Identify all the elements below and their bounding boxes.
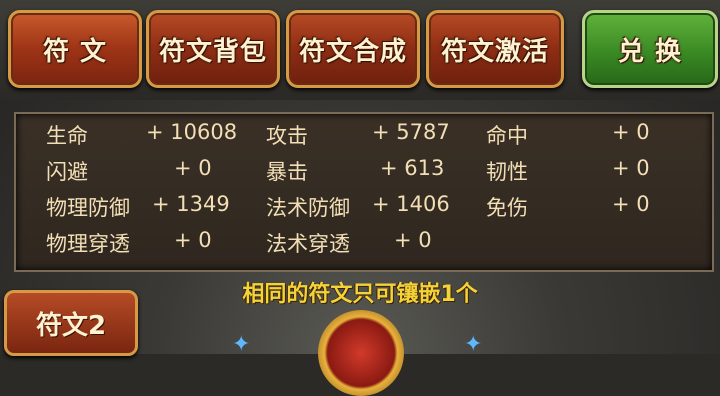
- stat-label: 攻击: [266, 124, 308, 148]
- stat-value: + 1406: [372, 192, 450, 216]
- stats-row-4: 物理穿透 + 0 法术穿透 + 0: [0, 228, 700, 258]
- exchange-button[interactable]: 兑 换: [582, 10, 718, 88]
- stats-row-2: 闪避 + 0 暴击 + 613 韧性 + 0: [0, 156, 700, 186]
- spark-icon: ✦: [232, 332, 251, 357]
- stat-label: 暴击: [266, 160, 308, 184]
- stat-value: + 0: [394, 228, 432, 252]
- stat-label: 韧性: [486, 160, 528, 184]
- stat-label: 物理防御: [46, 196, 130, 220]
- stats-row-3: 物理防御 + 1349 法术防御 + 1406 免伤 + 0: [0, 192, 700, 222]
- stat-value: + 1349: [152, 192, 230, 216]
- tab-rune-activate[interactable]: 符文激活: [426, 10, 564, 88]
- stat-value: + 613: [380, 156, 445, 180]
- stat-value: + 10608: [146, 120, 238, 144]
- stat-value: + 0: [612, 156, 650, 180]
- stat-label: 免伤: [486, 196, 528, 220]
- stat-value: + 0: [174, 156, 212, 180]
- stat-value: + 5787: [372, 120, 450, 144]
- tab-rune-bag[interactable]: 符文背包: [146, 10, 280, 88]
- stat-label: 法术穿透: [266, 232, 350, 256]
- stat-value: + 0: [174, 228, 212, 252]
- stat-label: 物理穿透: [46, 232, 130, 256]
- rune-socket-icon[interactable]: [318, 310, 404, 396]
- stat-value: + 0: [612, 192, 650, 216]
- tab-rune[interactable]: 符 文: [8, 10, 142, 88]
- stat-label: 命中: [486, 124, 528, 148]
- stat-label: 法术防御: [266, 196, 350, 220]
- spark-icon: ✦: [464, 332, 483, 357]
- stat-label: 闪避: [46, 160, 88, 184]
- stat-label: 生命: [46, 124, 88, 148]
- tab-rune-2[interactable]: 符文2: [4, 290, 138, 356]
- stats-row-1: 生命 + 10608 攻击 + 5787 命中 + 0: [0, 120, 700, 150]
- tab-rune-synthesis[interactable]: 符文合成: [286, 10, 420, 88]
- stat-value: + 0: [612, 120, 650, 144]
